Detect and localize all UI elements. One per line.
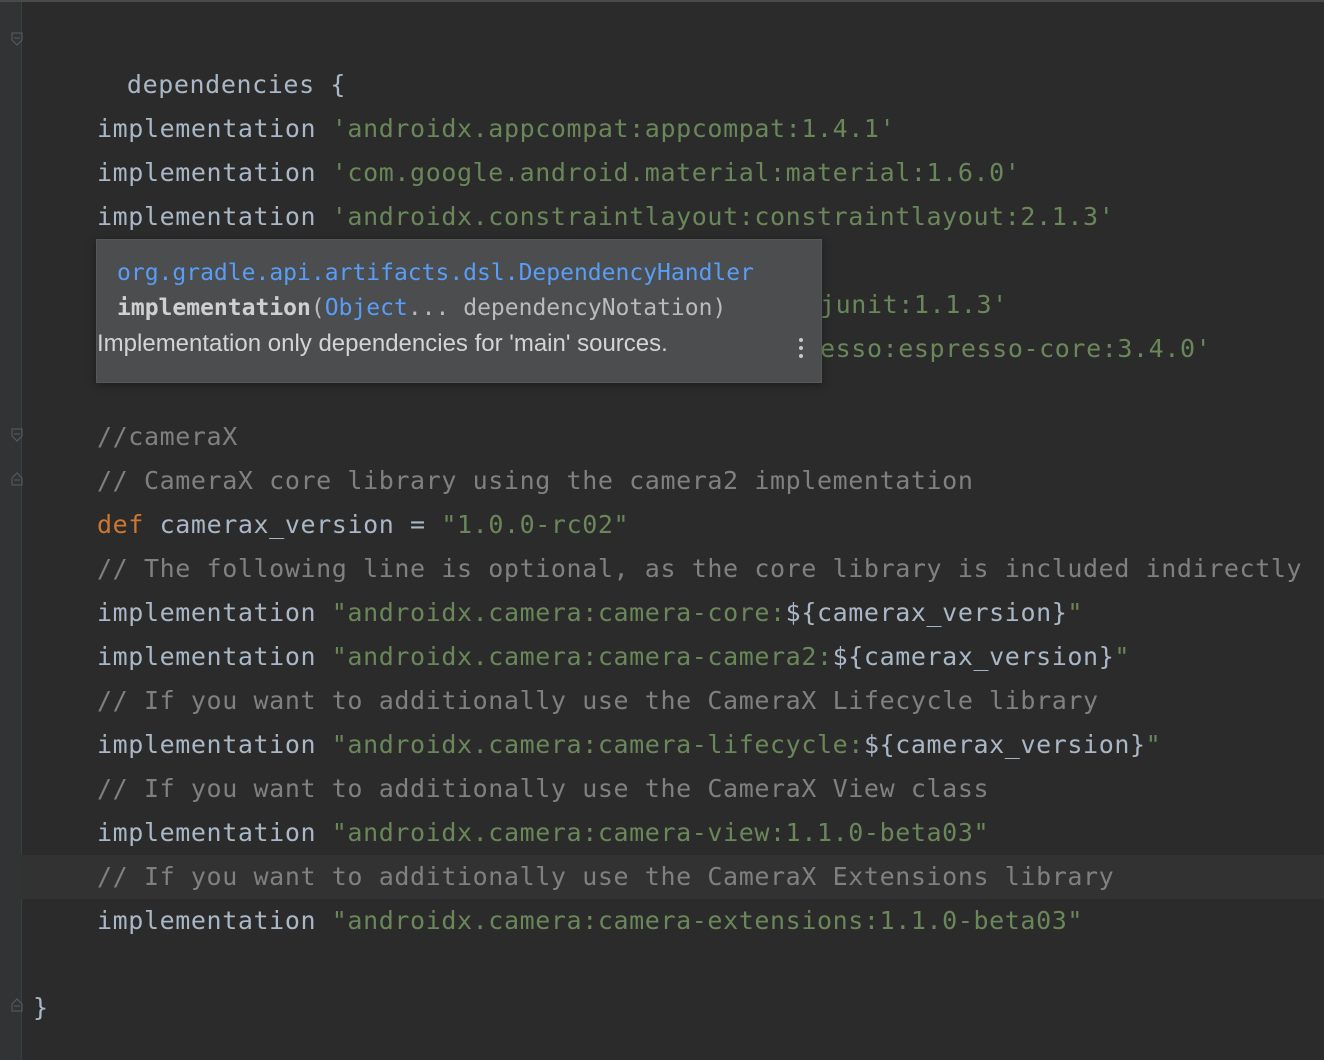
editor-gutter xyxy=(0,2,23,1060)
fold-end-icon[interactable] xyxy=(11,472,23,486)
code-line[interactable]: junit:1.1.3' xyxy=(820,283,1324,327)
code-line[interactable]: // If you want to additionally use the C… xyxy=(97,855,1324,899)
code-string: 'com.google.android.material:material:1.… xyxy=(331,158,1021,187)
code-comment: //cameraX xyxy=(97,422,238,451)
fold-collapse-icon[interactable] xyxy=(11,428,23,442)
code-string: "androidx.camera:camera-extensions:1.1.0… xyxy=(331,906,1084,935)
code-line[interactable]: implementation "androidx.camera:camera-l… xyxy=(97,723,1324,767)
code-line[interactable]: dependencies { xyxy=(33,19,1324,99)
code-line[interactable]: } xyxy=(33,986,1324,1030)
code-line[interactable]: implementation "androidx.camera:camera-e… xyxy=(97,899,1324,943)
quick-documentation-popup[interactable]: org.gradle.api.artifacts.dsl.DependencyH… xyxy=(96,239,822,383)
code-keyword: implementation xyxy=(97,642,317,671)
code-keyword: implementation xyxy=(97,598,317,627)
code-keyword: implementation xyxy=(97,158,317,187)
code-string: "androidx.camera:camera-view:1.1.0-beta0… xyxy=(331,818,990,847)
code-line[interactable]: // If you want to additionally use the C… xyxy=(97,679,1324,723)
code-comment: // If you want to additionally use the C… xyxy=(97,686,1099,715)
fold-collapse-icon[interactable] xyxy=(11,32,23,46)
code-keyword: def xyxy=(97,510,144,539)
code-text: dependencies { xyxy=(126,70,347,99)
code-string: " xyxy=(1114,642,1131,671)
popup-signature: implementation(Object... dependencyNotat… xyxy=(117,295,726,321)
code-line[interactable]: def camerax_version = "1.0.0-rc02" xyxy=(97,503,1324,547)
code-comment: // If you want to additionally use the C… xyxy=(97,862,1115,891)
code-keyword: implementation xyxy=(97,730,317,759)
code-string: 'androidx.appcompat:appcompat:1.4.1' xyxy=(331,114,896,143)
code-string: " xyxy=(1067,598,1084,627)
code-editor[interactable]: dependencies { implementation 'androidx.… xyxy=(0,0,1324,1060)
code-interpolation: ${camerax_version} xyxy=(863,730,1146,759)
code-interpolation: ${camerax_version} xyxy=(832,642,1115,671)
code-string: "androidx.camera:camera-lifecycle: xyxy=(331,730,864,759)
code-line[interactable]: // The following line is optional, as th… xyxy=(97,547,1324,591)
popup-param-type-link[interactable]: Object xyxy=(325,295,408,321)
code-keyword: implementation xyxy=(97,906,317,935)
code-string: "androidx.camera:camera-camera2: xyxy=(331,642,833,671)
code-line[interactable]: implementation "androidx.camera:camera-c… xyxy=(97,591,1324,635)
code-string: 'androidx.constraintlayout:constraintlay… xyxy=(331,202,1115,231)
vertical-ellipsis-icon[interactable] xyxy=(797,338,805,364)
code-string: "1.0.0-rc02" xyxy=(441,510,630,539)
popup-open-paren: ( xyxy=(310,295,325,321)
popup-description: Implementation only dependencies for 'ma… xyxy=(97,330,668,357)
code-comment: // CameraX core library using the camera… xyxy=(97,466,974,495)
code-keyword: implementation xyxy=(97,202,317,231)
fold-end-icon[interactable] xyxy=(11,998,23,1012)
code-line[interactable]: esso:espresso-core:3.4.0' xyxy=(820,327,1324,371)
code-string: "androidx.camera:camera-core: xyxy=(331,598,786,627)
code-line[interactable]: implementation 'androidx.constraintlayou… xyxy=(97,195,1324,239)
code-string: " xyxy=(1145,730,1162,759)
code-text: } xyxy=(33,993,49,1022)
code-line[interactable]: implementation "androidx.camera:camera-c… xyxy=(97,635,1324,679)
popup-package-link[interactable]: org.gradle.api.artifacts.dsl.DependencyH… xyxy=(117,260,754,286)
code-line[interactable]: // CameraX core library using the camera… xyxy=(97,459,1324,503)
code-string: junit:1.1.3' xyxy=(820,290,1008,319)
popup-param-rest: ... dependencyNotation) xyxy=(407,295,727,321)
code-line[interactable]: implementation "androidx.camera:camera-v… xyxy=(97,811,1324,855)
code-interpolation: ${camerax_version} xyxy=(785,598,1068,627)
code-keyword: implementation xyxy=(97,818,317,847)
code-line[interactable]: //cameraX xyxy=(97,415,1324,459)
code-text: camerax_version = xyxy=(159,510,442,539)
code-comment: // The following line is optional, as th… xyxy=(97,554,1303,583)
code-line[interactable]: implementation 'androidx.appcompat:appco… xyxy=(97,107,1324,151)
code-line[interactable]: // If you want to additionally use the C… xyxy=(97,767,1324,811)
code-comment: // If you want to additionally use the C… xyxy=(97,774,990,803)
code-line[interactable]: implementation 'com.google.android.mater… xyxy=(97,151,1324,195)
code-keyword: implementation xyxy=(97,114,317,143)
code-string: esso:espresso-core:3.4.0' xyxy=(820,334,1212,363)
popup-function-name: implementation xyxy=(117,295,311,321)
